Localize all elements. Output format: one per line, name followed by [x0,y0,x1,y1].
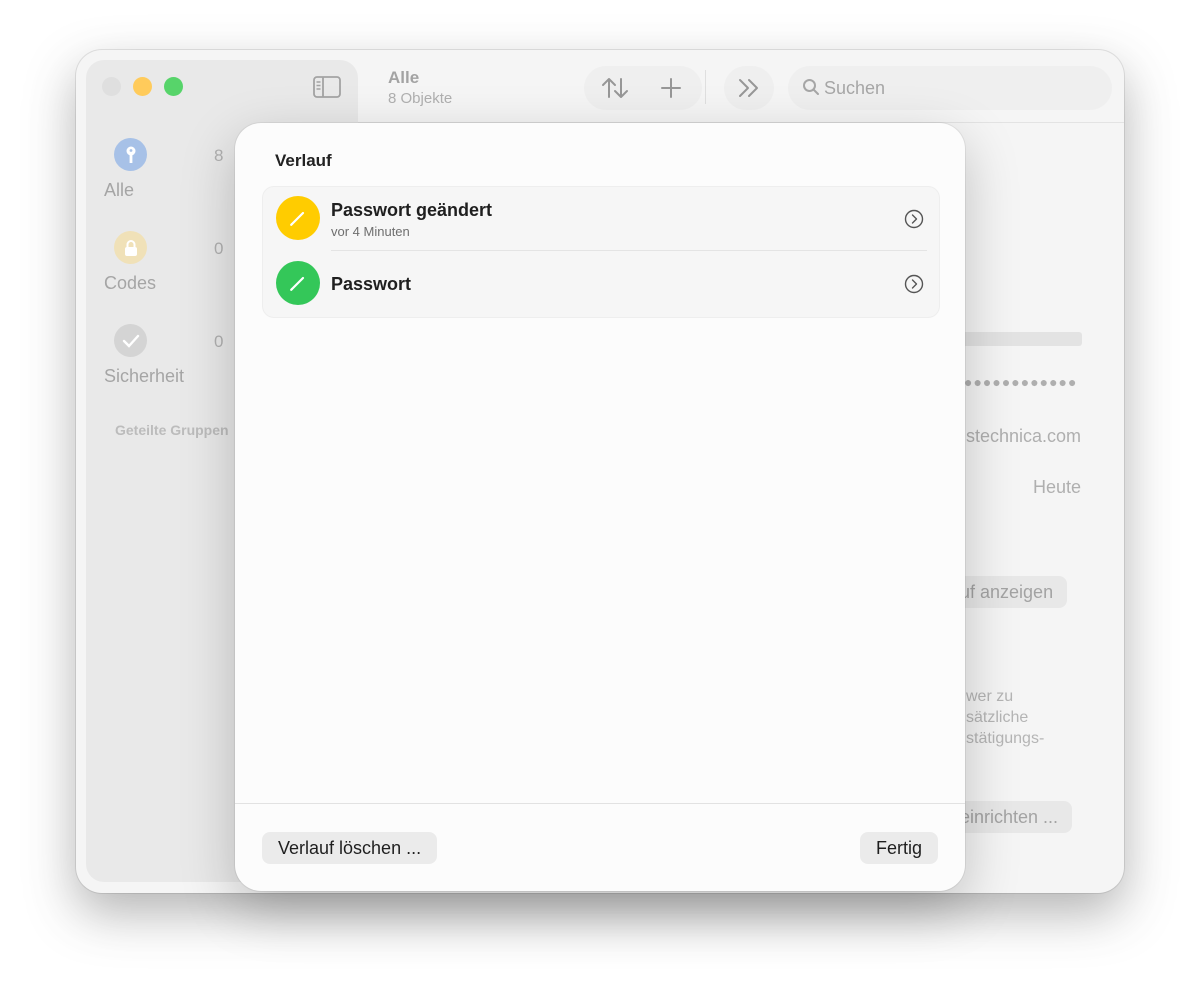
history-item[interactable]: Passwort [263,252,939,316]
pencil-icon [276,196,320,240]
footer-divider [235,803,965,804]
chevron-right-circle-icon[interactable] [904,274,924,294]
pencil-icon [276,261,320,305]
history-item-subtitle: vor 4 Minuten [331,224,410,239]
history-list: Passwort geändert vor 4 Minuten Passwort [262,186,940,318]
row-separator [331,250,927,251]
done-button[interactable]: Fertig [859,832,938,864]
history-sheet: Verlauf Passwort geändert vor 4 Minuten … [235,123,965,891]
clear-history-button[interactable]: Verlauf löschen ... [262,832,438,864]
history-item-title: Passwort [331,274,412,294]
history-item-title: Passwort geändert [331,200,493,220]
chevron-right-circle-icon[interactable] [904,209,924,229]
history-item[interactable]: Passwort geändert vor 4 Minuten [263,187,939,251]
sheet-title: Verlauf [275,151,332,170]
